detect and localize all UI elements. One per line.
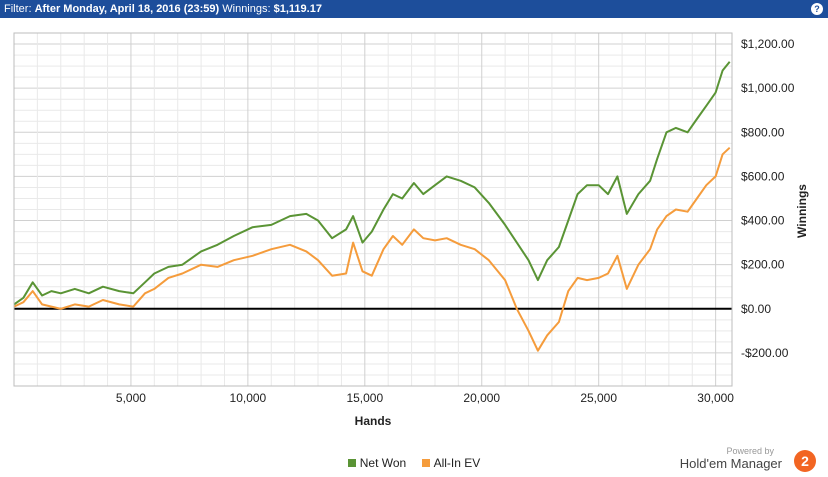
y-tick-label: $1,200.00 xyxy=(741,37,795,51)
y-tick-label: -$200.00 xyxy=(741,346,789,360)
x-tick-label: 25,000 xyxy=(580,391,617,405)
y-tick-label: $600.00 xyxy=(741,169,785,183)
holdem-manager-logo-icon: 2 xyxy=(794,450,816,472)
winnings-value: $1,119.17 xyxy=(273,3,322,15)
legend-swatch-all-in-ev xyxy=(421,458,430,467)
y-tick-label: $400.00 xyxy=(741,214,785,228)
help-icon[interactable]: ? xyxy=(811,3,823,15)
chart-grid xyxy=(14,32,732,387)
winnings-chart: 5,000 10,000 15,000 20,000 25,000 30,000 -$20… xyxy=(13,32,809,428)
y-axis-label: Winnings xyxy=(795,184,809,238)
x-tick-label: 10,000 xyxy=(230,391,267,405)
filter-bar: Filter: After Monday, April 18, 2016 (23… xyxy=(0,0,828,18)
x-tick-label: 15,000 xyxy=(346,391,383,405)
winnings-label: Winnings: xyxy=(222,3,271,15)
y-tick-label: $200.00 xyxy=(741,258,785,272)
x-axis-ticks: 5,000 10,000 15,000 20,000 25,000 30,000 xyxy=(116,391,734,405)
y-tick-label: $800.00 xyxy=(741,125,785,139)
brand-badge: Powered by Hold'em Manager 2 xyxy=(680,446,816,474)
legend-item-net-won[interactable]: Net Won xyxy=(347,456,407,470)
x-tick-label: 5,000 xyxy=(116,391,146,405)
filter-value: After Monday, April 18, 2016 (23:59) xyxy=(34,3,220,15)
brand-name: Hold'em Manager xyxy=(679,456,782,471)
y-tick-label: $1,000.00 xyxy=(741,81,795,95)
x-tick-label: 20,000 xyxy=(463,391,500,405)
filter-label: Filter: xyxy=(4,3,32,15)
powered-by-text: Powered by xyxy=(726,446,774,456)
y-tick-label: $0.00 xyxy=(741,302,771,316)
y-axis-ticks: -$200.00 $0.00 $200.00 $400.00 $600.00 $800.0… xyxy=(741,37,795,360)
legend-swatch-net-won xyxy=(347,458,356,467)
legend-label-net-won: Net Won xyxy=(359,456,407,470)
x-tick-label: 30,000 xyxy=(697,391,734,405)
legend-item-all-in-ev[interactable]: All-In EV xyxy=(421,456,481,470)
x-axis-label: Hands xyxy=(355,414,392,428)
legend-label-all-in-ev: All-In EV xyxy=(433,456,481,470)
